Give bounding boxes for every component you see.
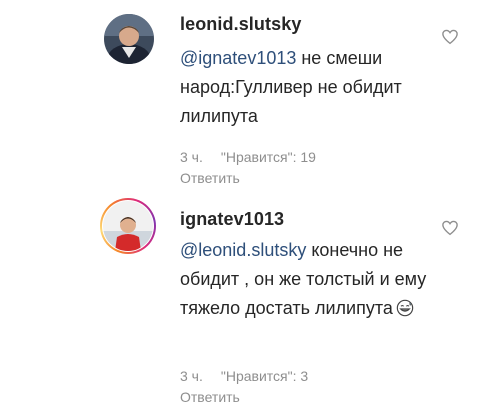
comment-meta: 3 ч. "Нравится": 3 xyxy=(180,368,308,384)
comment: ignatev1013 @leonid.slutsky конечно не о… xyxy=(0,0,501,417)
heart-outline-icon[interactable] xyxy=(441,219,459,237)
avatar[interactable] xyxy=(103,201,153,251)
avatar-photo xyxy=(103,201,153,251)
comment-time: 3 ч. xyxy=(180,368,203,384)
like-count-button[interactable]: "Нравится": 3 xyxy=(221,368,308,384)
reply-button[interactable]: Ответить xyxy=(180,389,240,405)
mention-link[interactable]: @leonid.slutsky xyxy=(180,240,306,260)
comment-username[interactable]: ignatev1013 xyxy=(180,209,284,230)
comment-text: @leonid.slutsky конечно не обидит , он ж… xyxy=(180,236,442,323)
grinning-sweat-emoji xyxy=(396,299,414,317)
